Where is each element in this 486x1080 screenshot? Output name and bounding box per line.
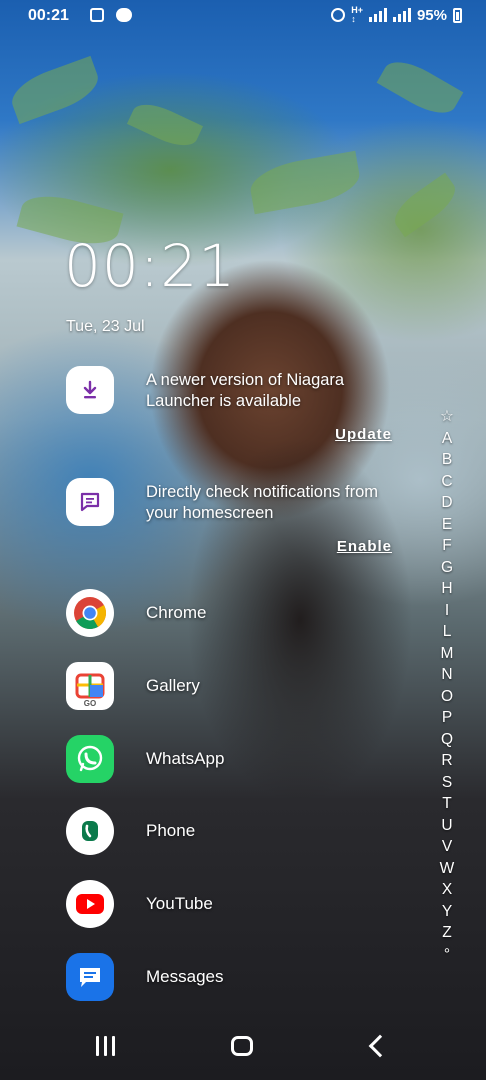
vpn-icon xyxy=(90,8,104,22)
alphabet-index-letter[interactable]: D xyxy=(441,492,452,514)
wallpaper-leaf xyxy=(246,150,364,215)
alphabet-index-letter[interactable]: C xyxy=(441,471,452,493)
wallpaper-leaf xyxy=(387,172,463,238)
app-gallery[interactable]: GO Gallery xyxy=(66,662,200,710)
app-label-gallery: Gallery xyxy=(146,676,200,695)
download-icon xyxy=(66,366,114,414)
chat-icon xyxy=(116,8,132,22)
phone-icon xyxy=(66,807,114,855)
chrome-icon xyxy=(66,589,114,637)
notification-enable[interactable]: Directly check notifications from your h… xyxy=(66,478,396,558)
alphabet-index-letter[interactable]: V xyxy=(442,836,452,858)
alphabet-index-letter[interactable]: S xyxy=(442,772,452,794)
recent-apps-icon[interactable] xyxy=(96,1036,115,1056)
alphabet-index-letter[interactable]: G xyxy=(441,557,453,579)
alphabet-index-letter[interactable]: U xyxy=(441,815,452,837)
alphabet-index-letter[interactable]: X xyxy=(442,879,452,901)
update-button[interactable]: Update xyxy=(335,426,392,443)
app-chrome[interactable]: Chrome xyxy=(66,589,206,637)
alphabet-index-letter[interactable]: A xyxy=(442,428,452,450)
alarm-icon xyxy=(331,8,346,22)
battery-charging-icon xyxy=(453,7,462,23)
home-screen: 00:21 H+ ↕ 95% 00:21 Tue, 23 Jul A newer … xyxy=(0,0,486,1080)
battery-text: 95% xyxy=(416,6,447,24)
messages-icon xyxy=(66,953,114,1001)
status-time: 00:21 xyxy=(28,7,69,24)
alphabet-index-letter[interactable]: ° xyxy=(444,944,450,966)
alphabet-index-letter[interactable]: M xyxy=(441,643,454,665)
wallpaper-leaf xyxy=(5,55,105,125)
lte-icon: H+ ↕ xyxy=(351,5,363,24)
signal-icon xyxy=(368,8,387,22)
alphabet-index-letter[interactable]: Q xyxy=(441,729,453,751)
home-icon[interactable] xyxy=(231,1036,253,1056)
signal-icon xyxy=(392,8,411,22)
notification-text: A newer version of Niagara Launcher is a… xyxy=(146,371,345,410)
alphabet-index-letter[interactable]: I xyxy=(445,600,449,622)
alphabet-index-letter[interactable]: N xyxy=(441,664,452,686)
app-label-youtube: YouTube xyxy=(146,894,213,913)
gallery-icon: GO xyxy=(66,662,114,710)
app-youtube[interactable]: YouTube xyxy=(66,880,213,928)
message-icon xyxy=(66,478,114,526)
lockscreen-date[interactable]: Tue, 23 Jul xyxy=(66,318,145,336)
app-label-whatsapp: WhatsApp xyxy=(146,749,225,768)
app-label-phone: Phone xyxy=(146,821,196,840)
status-right: H+ ↕ 95% xyxy=(331,6,462,24)
app-messages[interactable]: Messages xyxy=(66,953,223,1001)
wallpaper-leaf xyxy=(126,96,204,154)
gallery-go-badge: GO xyxy=(83,699,97,708)
alphabet-index-letter[interactable]: P xyxy=(442,707,452,729)
whatsapp-icon xyxy=(66,735,114,783)
alphabet-index-letter[interactable]: B xyxy=(442,449,452,471)
alphabet-index-letter[interactable]: O xyxy=(441,686,453,708)
alphabet-index-letter[interactable]: W xyxy=(440,858,455,880)
alphabet-index-letter[interactable]: ☆ xyxy=(440,406,454,428)
navigation-bar xyxy=(0,1020,486,1080)
youtube-icon xyxy=(66,880,114,928)
alphabet-index[interactable]: ☆ A B C D E F G H I L M N O P Q R S T U V W X Y Z ° xyxy=(437,406,457,965)
notification-text: Directly check notifications from your h… xyxy=(146,483,378,522)
lockscreen-clock[interactable]: 00:21 xyxy=(64,232,236,300)
enable-button[interactable]: Enable xyxy=(337,538,392,555)
alphabet-index-letter[interactable]: E xyxy=(442,514,452,536)
alphabet-index-letter[interactable]: R xyxy=(441,750,452,772)
status-bar: 00:21 H+ ↕ 95% xyxy=(0,0,486,32)
notification-update[interactable]: A newer version of Niagara Launcher is a… xyxy=(66,366,396,446)
app-phone[interactable]: Phone xyxy=(66,807,195,855)
wallpaper-leaf xyxy=(376,52,464,123)
app-whatsapp[interactable]: WhatsApp xyxy=(66,735,224,783)
alphabet-index-letter[interactable]: F xyxy=(442,535,451,557)
alphabet-index-letter[interactable]: Z xyxy=(442,922,451,944)
app-label-chrome: Chrome xyxy=(146,603,207,622)
alphabet-index-letter[interactable]: Y xyxy=(442,901,452,923)
app-label-messages: Messages xyxy=(146,967,224,986)
alphabet-index-letter[interactable]: T xyxy=(442,793,451,815)
alphabet-index-letter[interactable]: H xyxy=(441,578,452,600)
back-icon[interactable] xyxy=(368,1034,392,1058)
alphabet-index-letter[interactable]: L xyxy=(443,621,452,643)
